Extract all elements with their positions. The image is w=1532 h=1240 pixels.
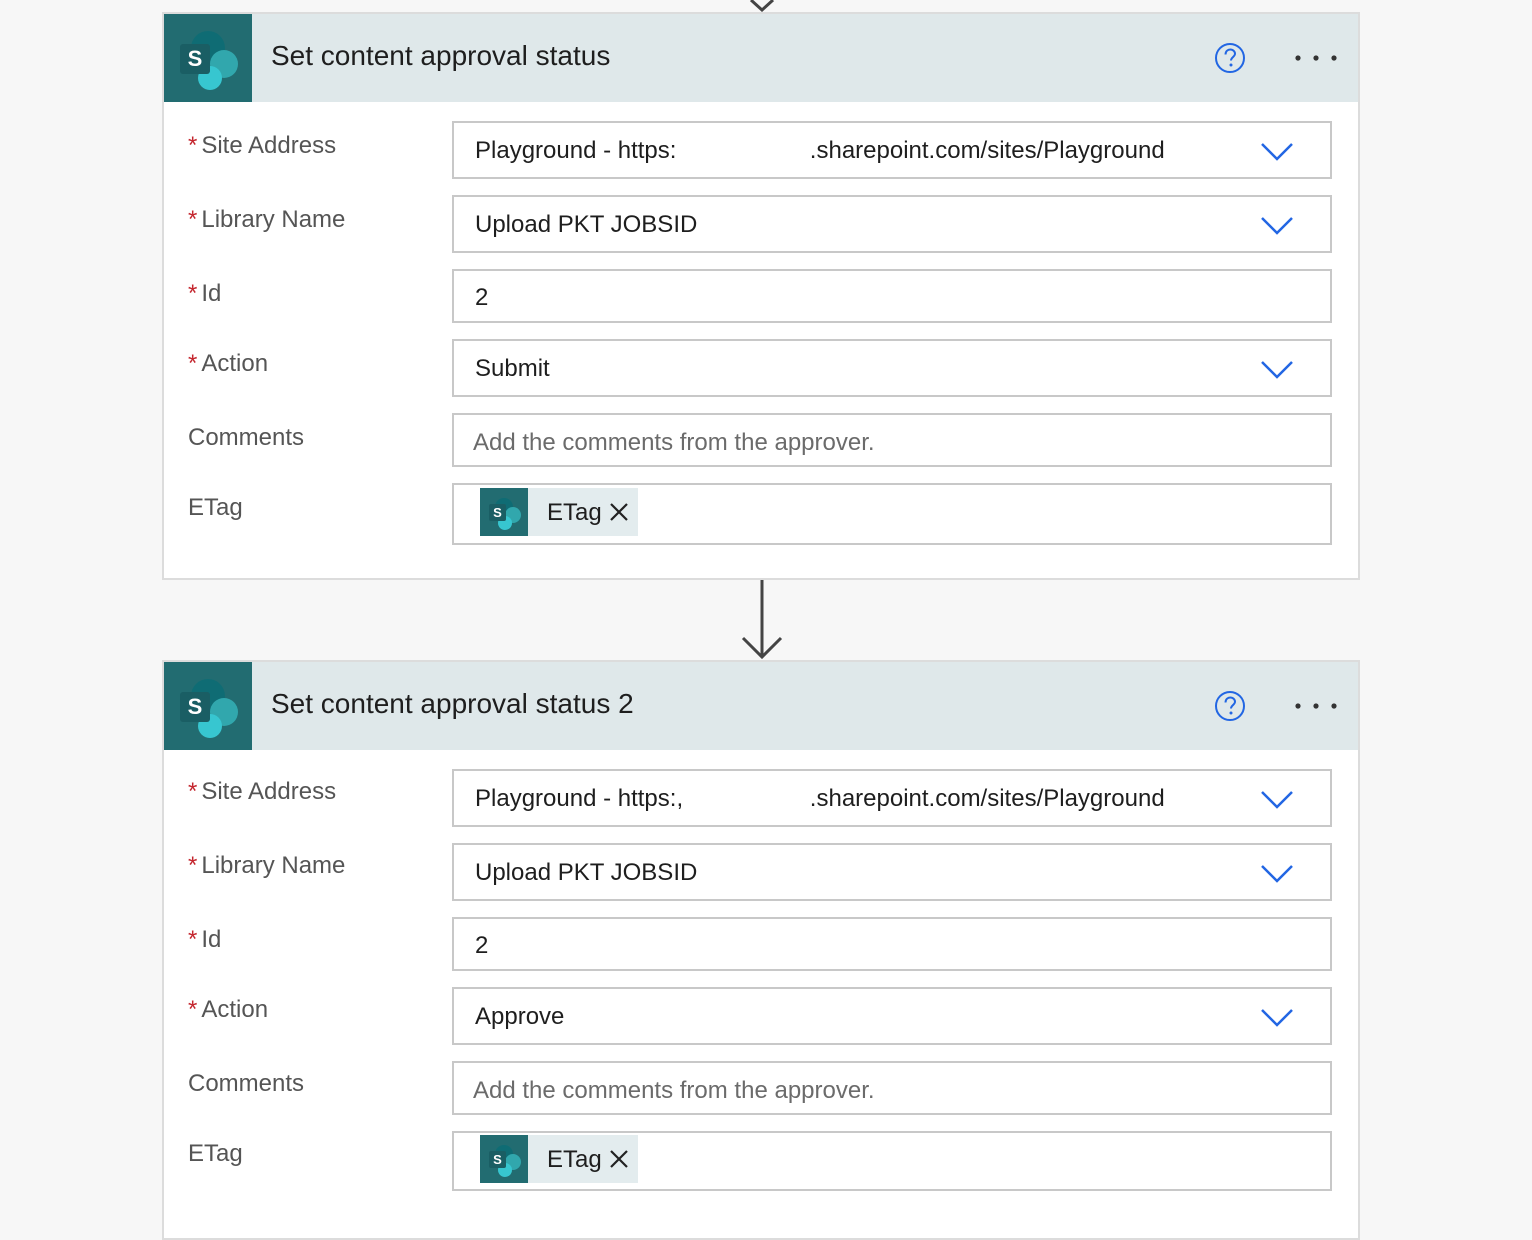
card-title: Set content approval status — [271, 40, 611, 71]
required-marker: * — [188, 852, 198, 879]
comments-label: Comments — [188, 424, 305, 451]
library-name-dropdown[interactable]: Upload PKT JOBSID — [452, 843, 1332, 901]
chevron-down-icon[interactable] — [1260, 789, 1294, 811]
id-value: 2 — [475, 932, 489, 959]
id-input[interactable]: 2 — [452, 917, 1332, 971]
required-marker: * — [188, 778, 198, 805]
help-icon[interactable] — [1214, 42, 1246, 74]
required-marker: * — [188, 350, 198, 377]
chevron-down-icon[interactable] — [1260, 359, 1294, 381]
library-name-value: Upload PKT JOBSID — [475, 211, 698, 238]
action-card-set-content-approval-status: S Set content approval status * Site Addr… — [162, 12, 1360, 580]
action-dropdown[interactable]: Approve — [452, 987, 1332, 1045]
etag-input[interactable]: S ETag — [452, 483, 1332, 545]
comments-label: Comments — [188, 1070, 305, 1097]
comments-placeholder: Add the comments from the approver. — [473, 1077, 875, 1104]
required-marker: * — [188, 926, 198, 953]
required-marker: * — [188, 280, 198, 307]
comments-input[interactable]: Add the comments from the approver. — [452, 1061, 1332, 1115]
library-name-dropdown[interactable]: Upload PKT JOBSID — [452, 195, 1332, 253]
action-value: Submit — [475, 355, 550, 382]
svg-text:S: S — [188, 46, 203, 71]
chevron-down-icon[interactable] — [1260, 215, 1294, 237]
comments-placeholder: Add the comments from the approver. — [473, 429, 875, 456]
etag-token[interactable]: S ETag — [480, 1135, 638, 1183]
action-label: * Action — [188, 996, 269, 1023]
action-card-set-content-approval-status-2: S Set content approval status 2 * Site Ad… — [162, 660, 1360, 1240]
required-marker: * — [188, 132, 198, 159]
id-value: 2 — [475, 284, 489, 311]
sharepoint-icon: S — [480, 1135, 528, 1183]
help-icon[interactable] — [1214, 690, 1246, 722]
site-address-dropdown[interactable]: Playground - https: .sharepoint.com/site… — [452, 121, 1332, 179]
required-marker: * — [188, 206, 198, 233]
action-dropdown[interactable]: Submit — [452, 339, 1332, 397]
etag-input[interactable]: S ETag — [452, 1131, 1332, 1191]
etag-token-label: ETag — [547, 1146, 602, 1173]
action-label: * Action — [188, 350, 269, 377]
etag-token[interactable]: S ETag — [480, 488, 638, 536]
card-header[interactable]: S Set content approval status 2 — [164, 662, 1358, 750]
flow-arrow-top-icon — [749, 0, 775, 12]
site-address-value: Playground - https:, .sharepoint.com/sit… — [475, 785, 1165, 812]
library-name-label: * Library Name — [188, 206, 346, 233]
id-label: * Id — [188, 280, 222, 307]
required-marker: * — [188, 996, 198, 1023]
etag-label: ETag — [188, 1140, 243, 1167]
library-name-value: Upload PKT JOBSID — [475, 859, 698, 886]
svg-text:S: S — [188, 694, 203, 719]
svg-text:S: S — [493, 505, 502, 520]
chevron-down-icon[interactable] — [1260, 1007, 1294, 1029]
sharepoint-icon: S — [164, 14, 252, 102]
close-icon[interactable] — [608, 1148, 630, 1170]
site-address-label: * Site Address — [188, 132, 337, 159]
id-label: * Id — [188, 926, 222, 953]
site-address-value: Playground - https: .sharepoint.com/site… — [475, 137, 1165, 164]
more-options-icon[interactable] — [1288, 38, 1344, 78]
action-value: Approve — [475, 1003, 565, 1030]
etag-label: ETag — [188, 494, 243, 521]
card-header[interactable]: S Set content approval status — [164, 14, 1358, 102]
arrow-down-icon — [741, 580, 783, 660]
sharepoint-icon: S — [164, 662, 252, 750]
chevron-down-icon[interactable] — [1260, 141, 1294, 163]
card-title: Set content approval status 2 — [271, 688, 634, 719]
svg-text:S: S — [493, 1152, 502, 1167]
etag-token-label: ETag — [547, 499, 602, 526]
site-address-dropdown[interactable]: Playground - https:, .sharepoint.com/sit… — [452, 769, 1332, 827]
comments-input[interactable]: Add the comments from the approver. — [452, 413, 1332, 467]
chevron-down-icon[interactable] — [1260, 863, 1294, 885]
id-input[interactable]: 2 — [452, 269, 1332, 323]
close-icon[interactable] — [608, 501, 630, 523]
more-options-icon[interactable] — [1288, 686, 1344, 726]
sharepoint-icon: S — [480, 488, 528, 536]
site-address-label: * Site Address — [188, 778, 337, 805]
library-name-label: * Library Name — [188, 852, 346, 879]
